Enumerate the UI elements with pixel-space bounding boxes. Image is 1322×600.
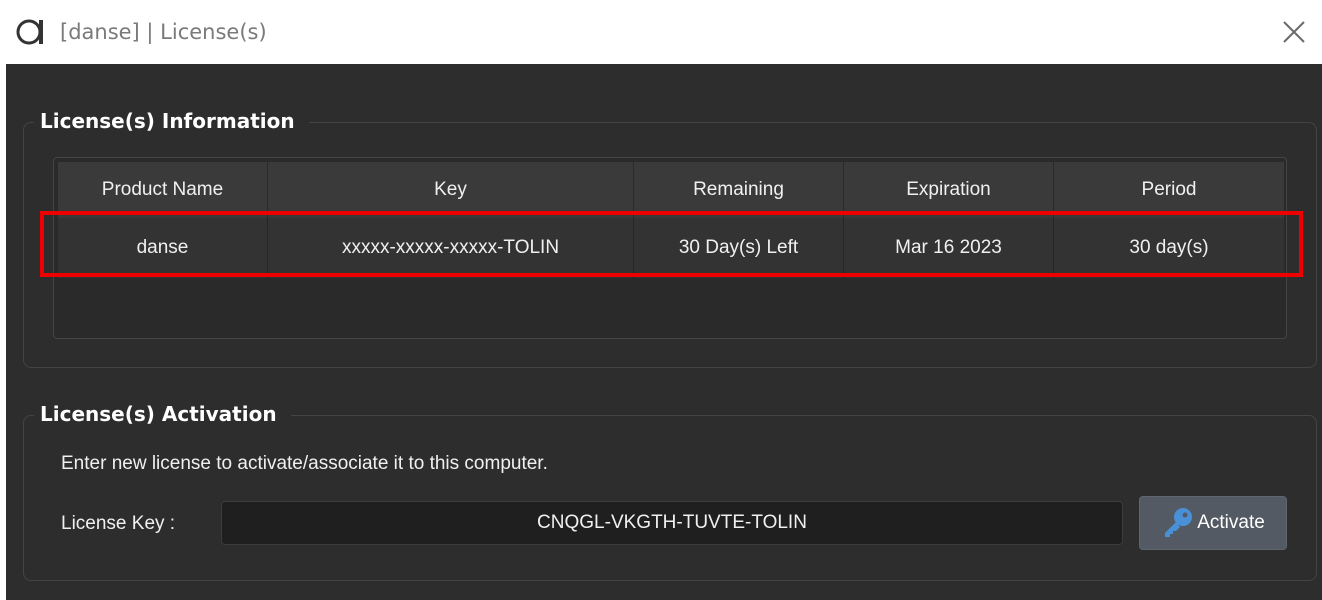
license-table: Product Name Key Remaining Expiration Pe… <box>53 157 1287 339</box>
license-information-heading: License(s) Information <box>34 107 309 135</box>
license-information-group: License(s) Information Product Name Key … <box>23 107 1317 368</box>
close-icon[interactable] <box>1276 14 1312 50</box>
license-key-input[interactable] <box>221 501 1123 545</box>
activate-button-label: Activate <box>1197 512 1265 533</box>
license-activation-group: License(s) Activation Enter new license … <box>23 400 1317 581</box>
app-logo-icon <box>16 19 43 45</box>
cell-remaining: 30 Day(s) Left <box>634 218 844 278</box>
cell-expiration: Mar 16 2023 <box>844 218 1054 278</box>
dialog-body: License(s) Information Product Name Key … <box>6 64 1322 600</box>
column-header-remaining[interactable]: Remaining <box>634 162 844 218</box>
license-activation-heading: License(s) Activation <box>34 400 291 428</box>
license-key-label: License Key : <box>61 513 176 534</box>
key-icon <box>1165 508 1193 537</box>
activation-instruction: Enter new license to activate/associate … <box>61 453 548 474</box>
column-header-key[interactable]: Key <box>268 162 634 218</box>
window-title: [danse] | License(s) <box>60 20 267 44</box>
table-header: Product Name Key Remaining Expiration Pe… <box>58 162 1284 218</box>
cell-key: xxxxx-xxxxx-xxxxx-TOLIN <box>268 218 634 278</box>
column-header-product-name[interactable]: Product Name <box>58 162 268 218</box>
activate-button[interactable]: Activate <box>1139 496 1287 550</box>
cell-period: 30 day(s) <box>1129 237 1209 258</box>
column-header-expiration[interactable]: Expiration <box>844 162 1054 218</box>
cell-product-name: danse <box>58 218 268 278</box>
license-window: [danse] | License(s) License(s) Informat… <box>0 0 1322 600</box>
table-row[interactable]: danse xxxxx-xxxxx-xxxxx-TOLIN 30 Day(s) … <box>58 218 1284 278</box>
title-bar: [danse] | License(s) <box>0 0 1322 64</box>
column-header-period[interactable]: Period <box>1054 162 1284 218</box>
